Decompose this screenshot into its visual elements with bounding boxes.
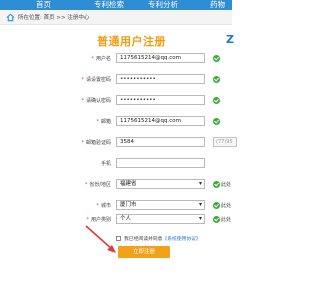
username-ok-icon [213, 55, 220, 62]
nav-patent-search[interactable]: 专利检索 [94, 0, 124, 10]
nav-patent-analysis[interactable]: 专利分析 [148, 0, 178, 10]
username-label: * 用户名 [91, 56, 111, 62]
password-input[interactable]: ••••••••••• [116, 74, 205, 84]
form-title: 普通用户注册 [97, 35, 166, 48]
nav-home[interactable]: 首页 [36, 0, 51, 10]
city-label: * 城市 [96, 203, 111, 209]
email-code-input[interactable]: 3584 [116, 137, 205, 147]
nav-drug[interactable]: 药物 [210, 0, 225, 10]
province-select[interactable]: 福建省 [116, 179, 205, 189]
city-ok-icon [213, 202, 220, 209]
agree-checkbox[interactable] [116, 236, 121, 241]
top-nav: 首页 专利检索 专利分析 药物 [0, 0, 232, 10]
confirm-password-input[interactable]: ••••••••••• [116, 95, 205, 105]
register-button[interactable]: 立即注册 [118, 246, 170, 258]
user-type-hint: 此处 [221, 217, 232, 223]
username-input[interactable]: 1175615214@qq.com [116, 53, 205, 63]
city-hint: 此处 [221, 203, 232, 209]
password-label: * 请设置密码 [81, 77, 111, 83]
agreement-link[interactable]: 《系统使用协议》 [162, 237, 200, 242]
verify-code-image[interactable]: (77)95 [213, 137, 237, 147]
user-type-label: * 用户类别 [86, 217, 111, 223]
phone-input[interactable] [116, 158, 205, 168]
confirm-password-label: * 请确认密码 [81, 98, 111, 104]
home-icon [6, 13, 15, 22]
email-code-label: * 邮箱验证码 [81, 140, 111, 146]
confirm-password-ok-icon [213, 97, 220, 104]
province-ok-icon [213, 181, 220, 188]
city-select[interactable]: 厦门市 [116, 200, 205, 210]
province-hint: 此处 [221, 182, 232, 188]
form-title-suffix: Z [226, 33, 234, 46]
user-type-ok-icon [213, 216, 220, 223]
email-ok-icon [213, 118, 220, 125]
agree-text: 我已经阅读并同意《系统使用协议》 [124, 237, 201, 242]
email-input[interactable]: 1175615214@qq.com [116, 116, 205, 126]
password-ok-icon [213, 76, 220, 83]
email-label: * 邮箱 [96, 119, 111, 125]
province-label: * 省份/地区 [84, 182, 111, 188]
breadcrumb-text: 所在位置: 首页 >> 注册中心 [18, 15, 90, 21]
user-type-select[interactable]: 个人 [116, 214, 205, 224]
breadcrumb: 所在位置: 首页 >> 注册中心 [0, 10, 232, 25]
phone-label: 手机 [100, 161, 111, 167]
